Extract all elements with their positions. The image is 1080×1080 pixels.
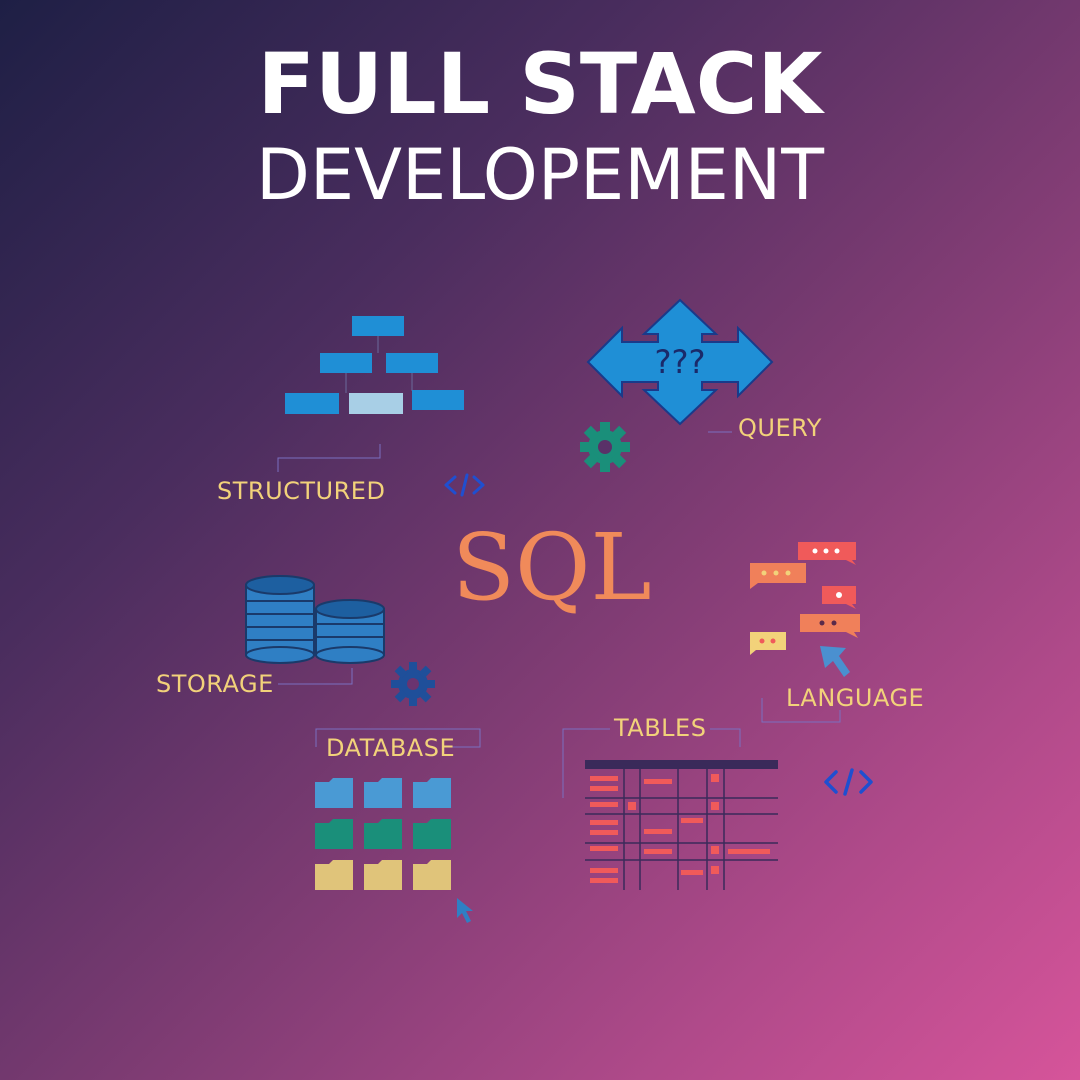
label-storage: STORAGE (156, 670, 274, 698)
cursor-icon (457, 898, 473, 923)
structured-connector (277, 444, 381, 472)
code-icon (444, 473, 485, 497)
gear-icon (391, 662, 435, 706)
chat-bubbles-icon (750, 542, 860, 655)
org-chart-icon (285, 316, 464, 414)
sql-heading: SQL (452, 514, 652, 621)
storage-connector (278, 668, 353, 685)
code-icon (824, 768, 873, 796)
table-icon (585, 760, 778, 890)
label-tables: TABLES (614, 714, 707, 742)
label-language: LANGUAGE (786, 684, 925, 712)
tables-connector-right (710, 728, 741, 747)
folder-grid-icon (315, 778, 451, 890)
cursor-icon (820, 646, 850, 677)
label-query: QUERY (738, 414, 822, 442)
query-symbol: ??? (655, 343, 706, 381)
label-structured: STRUCTURED (217, 477, 386, 505)
database-stack-icon (245, 575, 385, 664)
gear-icon (580, 422, 630, 472)
label-database: DATABASE (326, 734, 456, 762)
